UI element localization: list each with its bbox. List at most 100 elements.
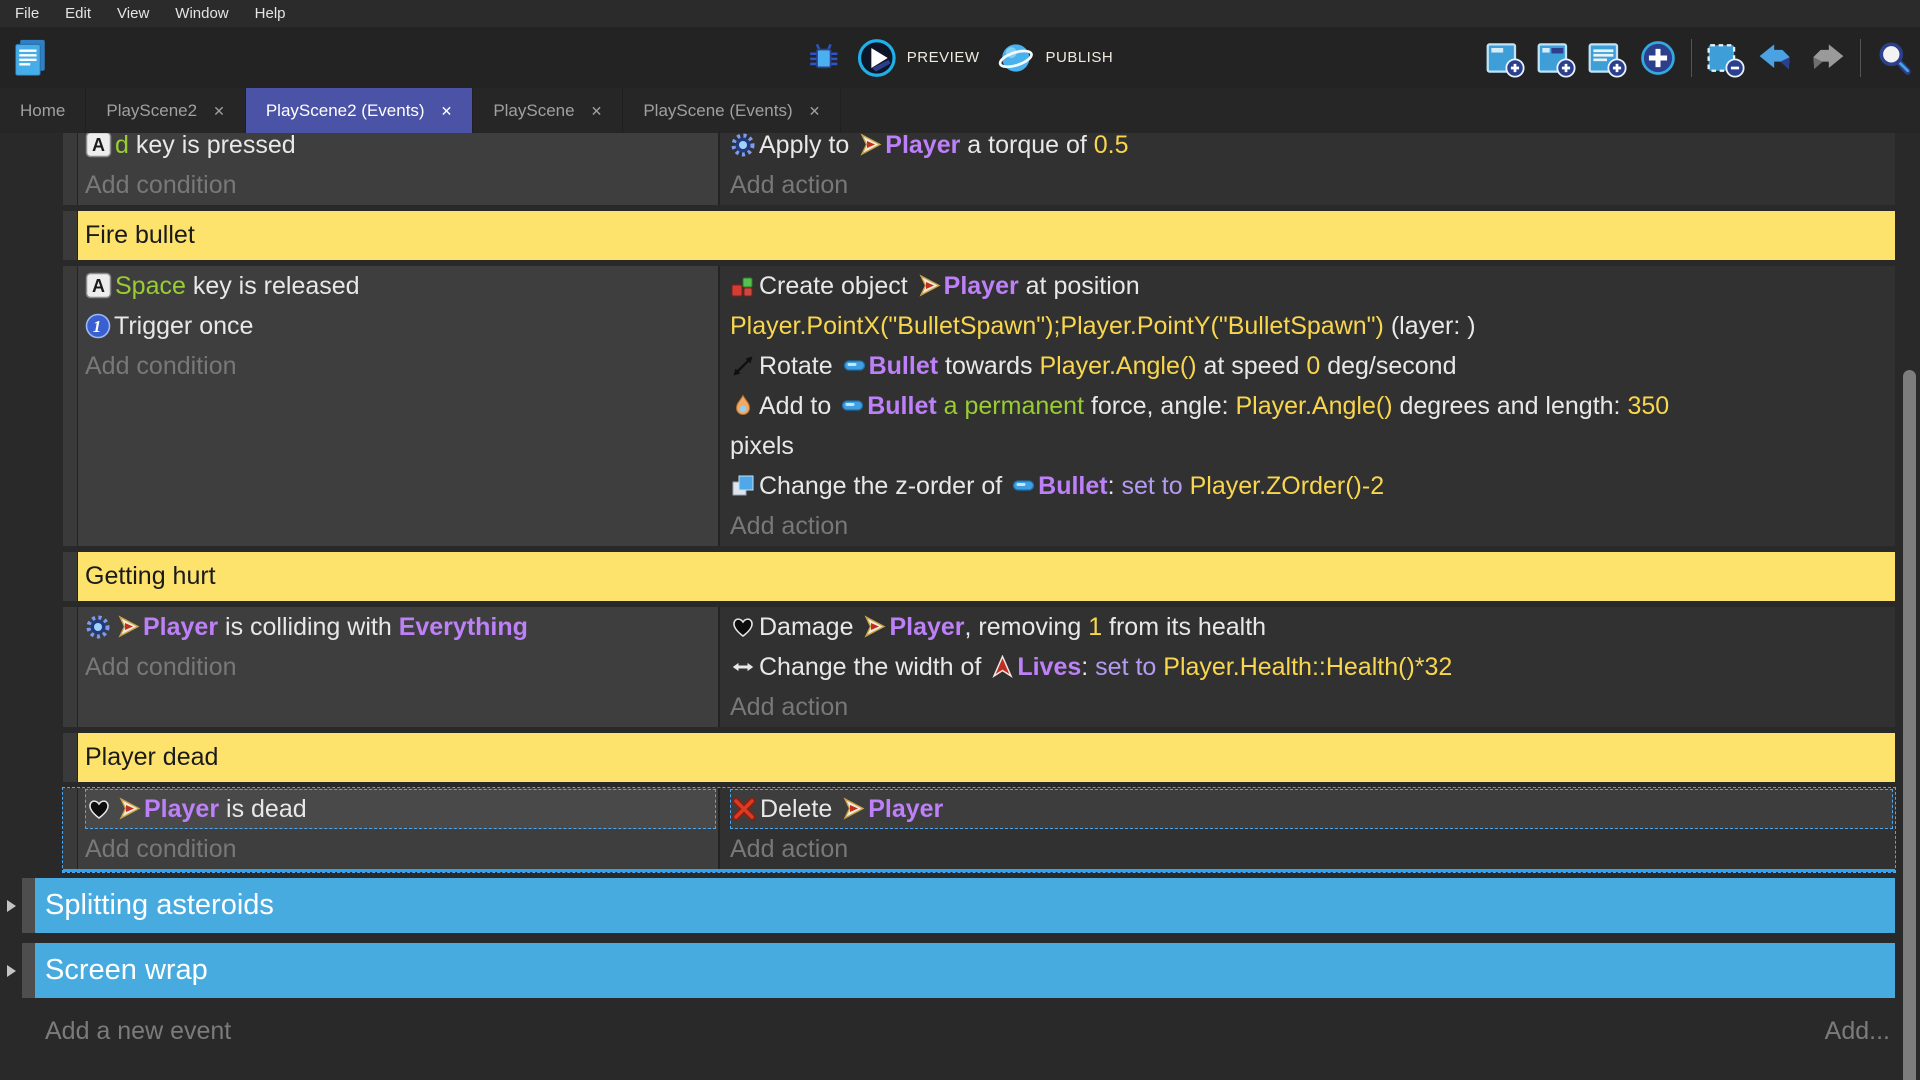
menu-item-view[interactable]: View xyxy=(104,5,162,22)
gdevelop-window: FileEditViewWindowHelp PREVIEW PUBLISH H… xyxy=(0,0,1920,1080)
conditions-cell: Player is colliding with EverythingAdd c… xyxy=(78,607,718,727)
token-text: a torque of xyxy=(960,133,1093,159)
tab-bar: HomePlayScene2✕PlayScene2 (Events)✕PlayS… xyxy=(0,88,1920,133)
publish-icon xyxy=(995,38,1035,78)
preview-label: PREVIEW xyxy=(907,49,980,66)
token-text: is colliding with xyxy=(218,613,399,641)
row-gutter xyxy=(63,266,78,546)
add-new-icon[interactable] xyxy=(1638,38,1678,78)
event-row[interactable]: Ad key is pressedAdd condition Apply to P… xyxy=(63,133,1895,205)
token-expr: Player.PointX("BulletSpawn");Player.Poin… xyxy=(730,312,1384,340)
close-icon[interactable]: ✕ xyxy=(213,104,225,118)
instruction[interactable]: Change the width of Lives: set to Player… xyxy=(730,647,1895,687)
collapse-arrow-icon[interactable] xyxy=(0,943,22,998)
event-row[interactable]: Player is colliding with EverythingAdd c… xyxy=(63,607,1895,727)
player-icon xyxy=(859,133,882,156)
instruction[interactable]: ASpace key is released xyxy=(85,266,718,306)
add-action-link[interactable]: Add action xyxy=(730,165,1895,205)
group-title[interactable]: Splitting asteroids xyxy=(35,878,1895,933)
menu-item-window[interactable]: Window xyxy=(162,5,241,22)
instruction[interactable]: Player is dead xyxy=(85,789,716,829)
instruction[interactable]: Create object Player at position Player.… xyxy=(730,266,1895,346)
menu-item-help[interactable]: Help xyxy=(242,5,299,22)
add-subevent-icon[interactable] xyxy=(1536,38,1576,78)
tab-playscene[interactable]: PlayScene✕ xyxy=(473,88,623,133)
token-text: at position xyxy=(1019,272,1147,300)
redo-icon[interactable] xyxy=(1807,38,1847,78)
project-manager-icon[interactable] xyxy=(12,37,52,79)
token-text: : xyxy=(1108,472,1122,500)
event-row[interactable]: ASpace key is released1Trigger onceAdd c… xyxy=(63,266,1895,546)
close-icon[interactable]: ✕ xyxy=(809,104,821,118)
comment-row: Getting hurt xyxy=(63,552,1895,601)
token-expr: 0.5 xyxy=(1094,133,1129,159)
row-gutter xyxy=(63,211,78,260)
add-more-button[interactable]: Add... xyxy=(1825,1017,1890,1046)
add-action-link[interactable]: Add action xyxy=(730,506,1895,546)
tab-playscene-events[interactable]: PlayScene (Events)✕ xyxy=(623,88,841,133)
preview-button[interactable]: PREVIEW xyxy=(857,38,980,78)
toolbar-separator xyxy=(1691,39,1692,77)
menu-bar: FileEditViewWindowHelp xyxy=(0,0,1920,27)
tab-playscene2-events[interactable]: PlayScene2 (Events)✕ xyxy=(246,88,473,133)
remove-event-icon[interactable] xyxy=(1705,38,1745,78)
debug-icon[interactable] xyxy=(807,41,841,75)
instruction[interactable]: Delete Player xyxy=(730,789,1893,829)
add-comment-icon[interactable] xyxy=(1587,38,1627,78)
token-obj: Lives xyxy=(1017,653,1081,681)
publish-button[interactable]: PUBLISH xyxy=(995,38,1113,78)
add-condition-link[interactable]: Add condition xyxy=(85,829,718,869)
row-gutter xyxy=(22,943,35,998)
token-expr: 0 xyxy=(1306,352,1320,380)
token-text: Change the width of xyxy=(759,653,988,681)
add-new-event-button[interactable]: Add a new event xyxy=(45,1017,231,1046)
trigger-once-icon: 1 xyxy=(85,313,111,339)
comment-label: Fire bullet xyxy=(85,221,195,250)
physics-icon xyxy=(85,614,111,640)
add-action-link[interactable]: Add action xyxy=(730,687,1895,727)
add-action-link[interactable]: Add action xyxy=(730,829,1895,869)
add-event-icon[interactable] xyxy=(1485,38,1525,78)
add-condition-link[interactable]: Add condition xyxy=(85,165,718,205)
comment-bar[interactable]: Player dead xyxy=(78,733,1895,782)
group-title[interactable]: Screen wrap xyxy=(35,943,1895,998)
comment-bar[interactable]: Fire bullet xyxy=(78,211,1895,260)
close-icon[interactable]: ✕ xyxy=(441,104,453,118)
instruction[interactable]: Rotate Bullet towards Player.Angle() at … xyxy=(730,346,1895,386)
token-obj: Player xyxy=(143,613,218,641)
row-gutter xyxy=(22,878,35,933)
event-row[interactable]: Player is deadAdd condition Delete Player… xyxy=(63,788,1895,872)
instruction[interactable]: Player is colliding with Everything xyxy=(85,607,718,647)
token-text: from its health xyxy=(1102,613,1266,641)
instruction[interactable]: 1Trigger once xyxy=(85,306,718,346)
instruction[interactable]: Apply to Player a torque of 0.5 xyxy=(730,133,1895,165)
collapse-arrow-icon[interactable] xyxy=(0,878,22,933)
search-icon[interactable] xyxy=(1874,38,1914,78)
comment-bar[interactable]: Getting hurt xyxy=(78,552,1895,601)
tab-home[interactable]: Home xyxy=(0,88,86,133)
menu-item-file[interactable]: File xyxy=(2,5,52,22)
comment-row: Player dead xyxy=(63,733,1895,782)
tab-label: PlayScene2 xyxy=(106,101,197,121)
token-text: Create object xyxy=(759,272,915,300)
add-condition-link[interactable]: Add condition xyxy=(85,346,718,386)
rotate-icon xyxy=(730,353,756,379)
token-text: key is released xyxy=(186,272,360,300)
add-condition-link[interactable]: Add condition xyxy=(85,647,718,687)
instruction[interactable]: Change the z-order of Bullet: set to Pla… xyxy=(730,466,1895,506)
instruction[interactable]: Damage Player, removing 1 from its healt… xyxy=(730,607,1895,647)
scrollbar[interactable] xyxy=(1895,133,1920,1080)
undo-icon[interactable] xyxy=(1756,38,1796,78)
token-expr: 350 xyxy=(1627,392,1669,420)
instruction[interactable]: Add to Bullet a permanent force, angle: … xyxy=(730,386,1895,466)
token-obj: Player xyxy=(944,272,1019,300)
menu-item-edit[interactable]: Edit xyxy=(52,5,104,22)
scrollbar-thumb[interactable] xyxy=(1903,370,1916,1080)
event-body: Ad key is pressedAdd condition Apply to P… xyxy=(78,133,1895,205)
instruction[interactable]: Ad key is pressed xyxy=(85,133,718,165)
comment-label: Player dead xyxy=(85,743,218,772)
token-obj: Player xyxy=(889,613,964,641)
token-obj: Bullet xyxy=(1038,472,1107,500)
tab-playscene2[interactable]: PlayScene2 ✕ xyxy=(86,88,245,133)
close-icon[interactable]: ✕ xyxy=(591,104,603,118)
